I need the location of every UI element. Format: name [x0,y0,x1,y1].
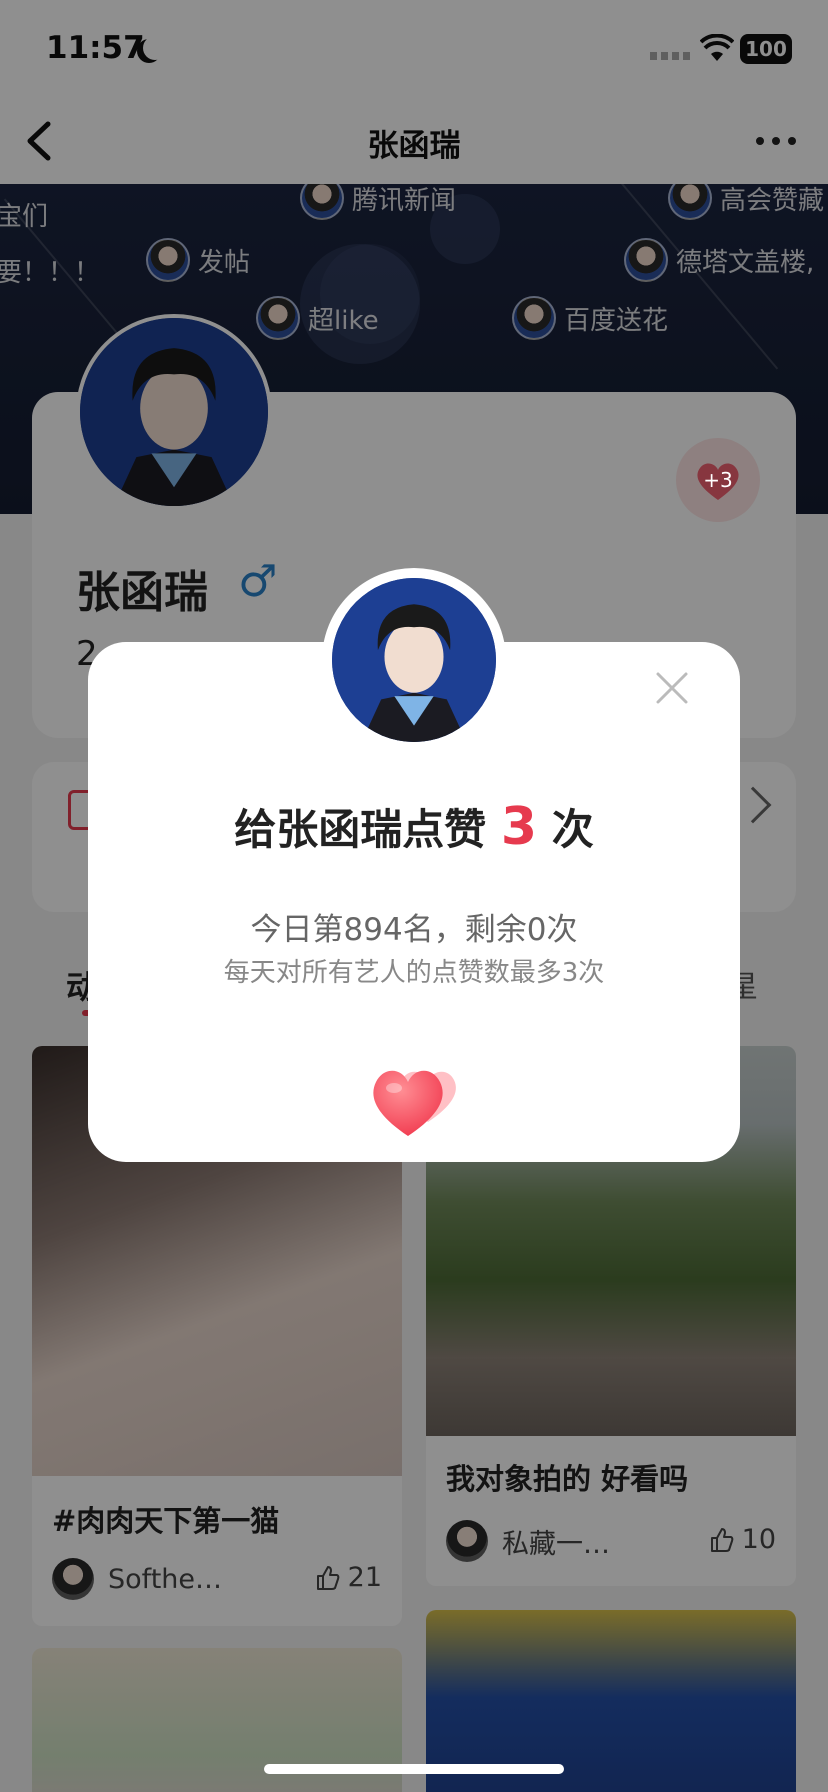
dialog-rank-text: 今日第894名，剩余0次 [250,912,578,948]
dialog-title-suffix: 次 [551,805,594,854]
like-badge-count: +3 [703,468,733,492]
dialog-title-prefix: 给张函瑞点赞 [234,805,487,854]
dialog-rule-text: 每天对所有艺人的点赞数最多3次 [223,958,605,988]
home-indicator[interactable] [264,1764,564,1774]
close-icon[interactable] [652,668,692,708]
dialog-like-count: 3 [500,797,538,857]
dialog-title: 给张函瑞点赞 3 次 [88,796,740,857]
dialog-avatar [332,578,496,742]
like-heart-button[interactable] [356,1036,476,1140]
